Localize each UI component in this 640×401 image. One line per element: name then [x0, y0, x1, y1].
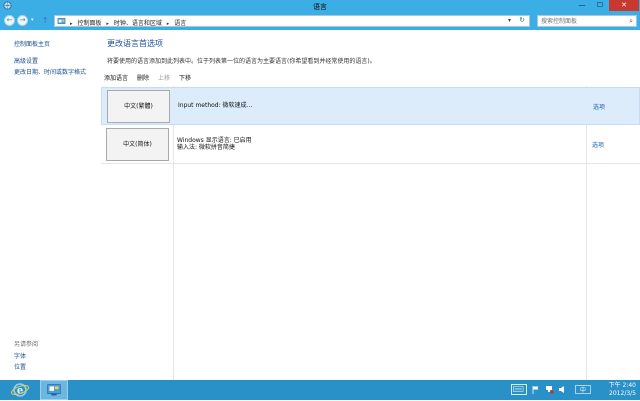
- window-title: 语言: [313, 3, 327, 11]
- clock-date: 2012/3/5: [609, 390, 636, 397]
- breadcrumb: ▸ 控制面板 ▸ 时钟、语言和区域 ▸ 语言: [67, 18, 186, 27]
- language-info-line: Input method: 微软速成...: [178, 102, 253, 109]
- address-dropdown-icon[interactable]: ▾: [508, 17, 511, 24]
- svg-text:中: 中: [580, 386, 586, 394]
- up-button[interactable]: 🡑: [43, 16, 47, 25]
- move-down-button[interactable]: 下移: [179, 73, 191, 83]
- remove-language-button[interactable]: 删除: [137, 73, 149, 83]
- page-description: 将要使用的语言添加到此列表中。位于列表第一位的语言为主要语言(你希望看到并经常使…: [107, 58, 376, 65]
- language-tile[interactable]: 中文(繁體): [107, 90, 170, 123]
- breadcrumb-clock-language-region[interactable]: 时钟、语言和区域: [114, 20, 162, 27]
- language-info-line: Windows 显示语言: 已启用: [177, 137, 252, 144]
- keyboard-icon[interactable]: [511, 384, 527, 395]
- up-arrow-icon: 🡑: [43, 16, 48, 25]
- back-button[interactable]: ←: [4, 15, 15, 26]
- minimize-button[interactable]: —: [573, 0, 591, 11]
- sidebar-link-change-date-time-format[interactable]: 更改日期、时间或数字格式: [14, 67, 86, 76]
- flag-icon[interactable]: [531, 385, 540, 394]
- language-info-line: 输入法: 微软拼音简捷: [177, 144, 235, 151]
- network-icon[interactable]: [545, 385, 554, 394]
- see-also-heading: 另请参阅: [14, 341, 39, 348]
- forward-button[interactable]: →: [17, 15, 28, 26]
- see-also-link-fonts[interactable]: 字体: [14, 351, 26, 360]
- taskbar-control-panel-button[interactable]: [40, 380, 68, 400]
- search-box[interactable]: ⌕: [537, 15, 637, 27]
- taskbar-clock[interactable]: 下午 2:40 2012/3/5: [598, 382, 636, 398]
- sidebar-link-advanced-settings[interactable]: 高级设置: [14, 56, 38, 65]
- refresh-icon[interactable]: ↻: [519, 16, 525, 24]
- speaker-icon[interactable]: [558, 385, 567, 394]
- language-info: Input method: 微软速成...: [178, 102, 252, 109]
- back-arrow-icon: ←: [6, 16, 13, 24]
- clock-time: 下午 2:40: [608, 382, 636, 389]
- see-also-link-location[interactable]: 位置: [14, 362, 26, 371]
- main-content: 更改语言首选项 将要使用的语言添加到此列表中。位于列表第一位的语言为主要语言(你…: [100, 30, 640, 380]
- forward-arrow-icon: →: [19, 16, 26, 24]
- breadcrumb-separator-icon[interactable]: ▸: [167, 21, 170, 27]
- add-language-button[interactable]: 添加语言: [104, 73, 128, 83]
- close-button[interactable]: ✕: [609, 0, 639, 11]
- breadcrumb-language[interactable]: 语言: [174, 20, 186, 27]
- move-up-button: 上移: [158, 75, 171, 82]
- language-options-link[interactable]: 选项: [592, 140, 604, 149]
- language-tile[interactable]: 中文(简体): [106, 128, 169, 161]
- input-method-icon[interactable]: 中: [575, 385, 591, 394]
- language-row-simplified-chinese[interactable]: 中文(简体) Windows 显示语言: 已启用 输入法: 微软拼音简捷 选项: [101, 126, 640, 164]
- language-info: Windows 显示语言: 已启用 输入法: 微软拼音简捷: [177, 137, 252, 151]
- search-icon[interactable]: ⌕: [629, 17, 633, 26]
- maximize-button[interactable]: ☐: [591, 0, 609, 11]
- language-options-link[interactable]: 选项: [593, 102, 605, 111]
- navigation-bar: ← → ▾ 🡑 ▸ 控制面板 ▸ 时钟、语言和区域 ▸ 语言 ▾ ↻ ⌕: [0, 12, 640, 30]
- breadcrumb-control-panel[interactable]: 控制面板: [77, 20, 101, 27]
- breadcrumb-separator-icon[interactable]: ▸: [70, 21, 73, 27]
- control-panel-icon: [57, 18, 66, 24]
- internet-explorer-icon[interactable]: e: [6, 381, 34, 399]
- language-row-traditional-chinese[interactable]: 中文(繁體) Input method: 微软速成... 选项: [101, 87, 640, 125]
- title-bar: 语言 — ☐ ✕: [0, 0, 640, 12]
- keyboard-keys-icon: [513, 386, 524, 392]
- sidebar-link-control-panel-home[interactable]: 控制面板主页: [14, 39, 50, 48]
- sidebar: 控制面板主页 高级设置 更改日期、时间或数字格式 另请参阅 字体 位置: [0, 30, 100, 380]
- search-input[interactable]: [541, 17, 621, 26]
- recent-pages-dropdown-icon[interactable]: ▾: [31, 17, 34, 23]
- address-bar[interactable]: ▸ 控制面板 ▸ 时钟、语言和区域 ▸ 语言 ▾ ↻: [54, 15, 530, 27]
- language-toolbar: 添加语言 删除 上移 下移: [104, 73, 191, 83]
- taskbar: e 中 下午 2:40 2012/3/5: [0, 380, 640, 400]
- control-panel-icon: [47, 384, 61, 396]
- page-title: 更改语言首选项: [107, 39, 163, 48]
- breadcrumb-separator-icon[interactable]: ▸: [106, 21, 109, 27]
